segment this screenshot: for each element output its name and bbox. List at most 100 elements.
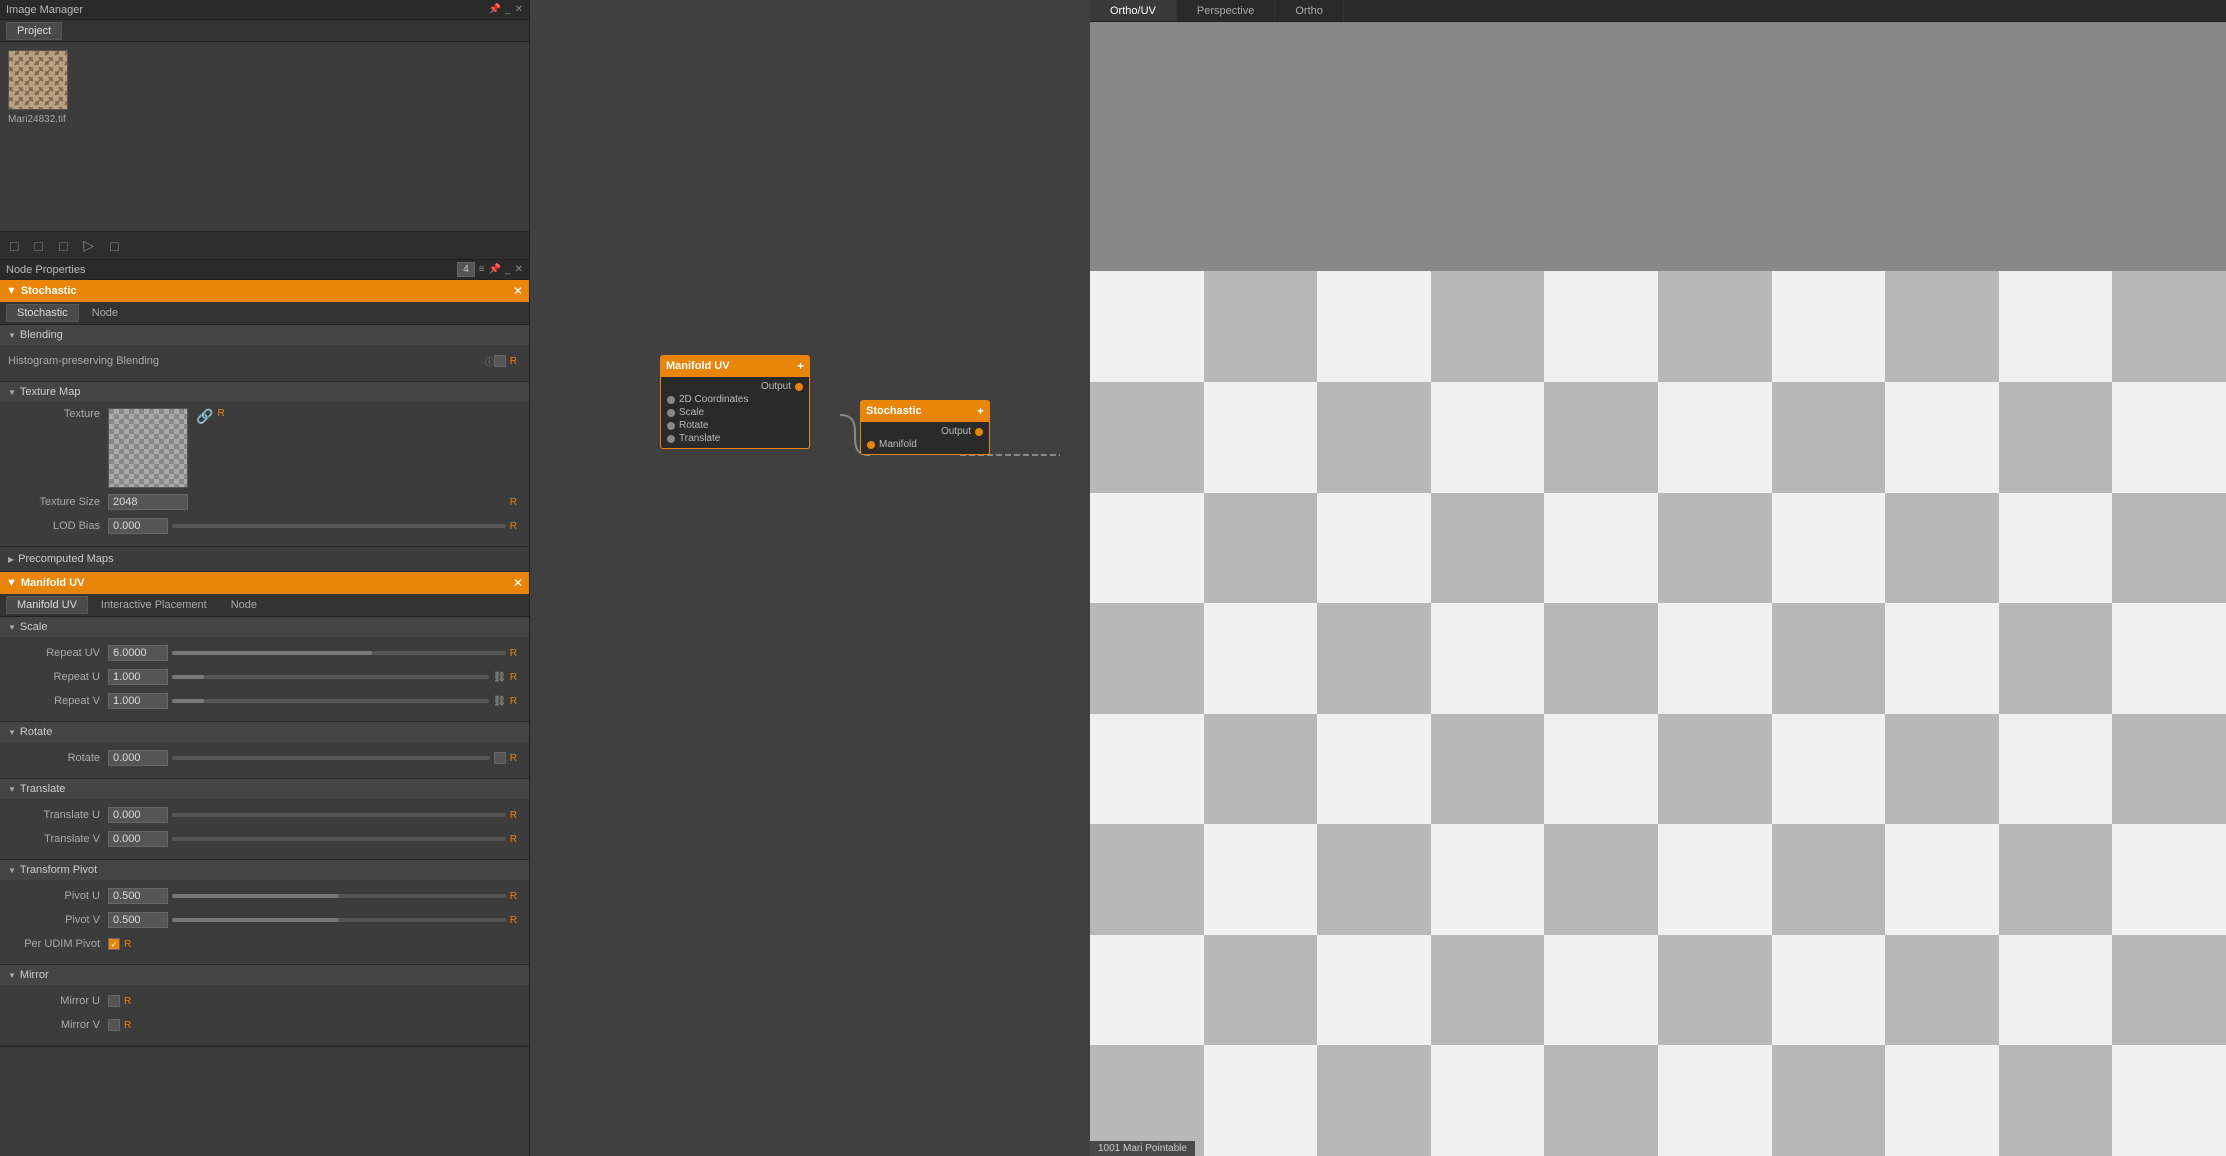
tab-stochastic[interactable]: Stochastic (6, 304, 79, 322)
image-manager-tab-bar: Project (0, 20, 529, 42)
viewport-tabs: Ortho/UV Perspective Ortho (1090, 0, 2226, 22)
manifold-uv-rotate-dot[interactable] (667, 422, 675, 430)
texture-r-btn[interactable]: R (213, 408, 228, 419)
texture-map-header[interactable]: ▼ Texture Map (0, 382, 529, 402)
tab-ortho[interactable]: Ortho (1275, 0, 1344, 21)
repeat-uv-container: 6.0000 (108, 645, 506, 661)
pivot-u-slider[interactable] (172, 894, 506, 898)
image-manager-pin-icon[interactable]: 📌 (489, 4, 501, 15)
stochastic-output-dot[interactable] (975, 428, 983, 436)
texture-preview-area: 🔗 (108, 408, 213, 488)
manifold-uv-close-btn[interactable]: ✕ (513, 576, 523, 590)
toolbar-btn-4[interactable]: ▷ (79, 235, 98, 256)
histogram-blending-r-btn[interactable]: R (506, 356, 521, 367)
tab-project[interactable]: Project (6, 22, 62, 40)
node-props-icon-1[interactable]: ≡ (479, 264, 485, 275)
per-udim-r-btn[interactable]: R (120, 939, 135, 950)
repeat-uv-slider[interactable] (172, 651, 506, 655)
translate-u-r-btn[interactable]: R (506, 810, 521, 821)
stochastic-section-header[interactable]: ▼ Stochastic ✕ (0, 280, 529, 302)
tab-manifold-uv[interactable]: Manifold UV (6, 596, 88, 614)
image-manager-content: Mari24832.tif (0, 42, 529, 231)
stochastic-tabs: Stochastic Node (0, 302, 529, 325)
repeat-uv-value: 6.0000 (108, 645, 168, 661)
manifold-uv-node[interactable]: Manifold UV + Output 2D Coordinates Scal… (660, 355, 810, 449)
transform-pivot-header[interactable]: ▼ Transform Pivot (0, 860, 529, 880)
texture-link-icon[interactable]: 🔗 (196, 408, 213, 425)
pivot-v-slider[interactable] (172, 918, 506, 922)
repeat-uv-r-btn[interactable]: R (506, 648, 521, 659)
node-props-minimize-icon[interactable]: _ (505, 264, 511, 275)
manifold-uv-output-dot[interactable] (795, 383, 803, 391)
pivot-u-r-btn[interactable]: R (506, 891, 521, 902)
mirror-u-checkbox[interactable] (108, 995, 120, 1007)
repeat-v-slider[interactable] (172, 699, 489, 703)
translate-v-r-btn[interactable]: R (506, 834, 521, 845)
tab-manifold-node[interactable]: Node (220, 596, 268, 614)
checker-cell (1431, 271, 1545, 382)
translate-v-slider[interactable] (172, 837, 506, 841)
rotate-checkbox[interactable] (494, 752, 506, 764)
scale-label: Scale (20, 621, 48, 633)
mirror-u-r-btn[interactable]: R (120, 996, 135, 1007)
image-manager-close-icon[interactable]: ✕ (515, 4, 523, 15)
mirror-header[interactable]: ▼ Mirror (0, 965, 529, 985)
viewport-display: 1001 Mari Pointable (1090, 22, 2226, 1156)
image-manager-minimize-icon[interactable]: _ (505, 4, 511, 15)
scale-header[interactable]: ▼ Scale (0, 617, 529, 637)
stochastic-close-btn[interactable]: ✕ (513, 284, 523, 298)
manifold-uv-translate-dot[interactable] (667, 435, 675, 443)
translate-header[interactable]: ▼ Translate (0, 779, 529, 799)
rotate-slider[interactable] (172, 756, 490, 760)
texture-size-container: 2048 (108, 494, 506, 510)
precomputed-header[interactable]: ▶ Precomputed Maps (8, 551, 521, 567)
pivot-v-r-btn[interactable]: R (506, 915, 521, 926)
tab-interactive-placement[interactable]: Interactive Placement (90, 596, 218, 614)
scale-content: Repeat UV 6.0000 R Repeat U (0, 637, 529, 721)
manifold-uv-tabs: Manifold UV Interactive Placement Node (0, 594, 529, 617)
tab-perspective[interactable]: Perspective (1177, 0, 1275, 21)
mirror-v-checkbox[interactable] (108, 1019, 120, 1031)
translate-u-slider[interactable] (172, 813, 506, 817)
stochastic-manifold-dot[interactable] (867, 441, 875, 449)
checker-cell (1772, 493, 1886, 604)
toolbar-btn-1[interactable]: □ (6, 236, 22, 256)
texture-thumbnail[interactable] (108, 408, 188, 488)
manifold-uv-scale-dot[interactable] (667, 409, 675, 417)
repeat-u-slider[interactable] (172, 675, 489, 679)
thumbnail-mari24832[interactable] (8, 50, 68, 110)
toolbar-btn-3[interactable]: □ (55, 236, 71, 256)
lod-bias-slider[interactable] (172, 524, 506, 528)
histogram-blending-checkbox[interactable] (494, 355, 506, 367)
checker-cell (2112, 824, 2226, 935)
tab-ortho-uv[interactable]: Ortho/UV (1090, 0, 1177, 21)
manifold-uv-section-header[interactable]: ▼ Manifold UV ✕ (0, 572, 529, 594)
manifold-uv-2d-dot[interactable] (667, 396, 675, 404)
toolbar-btn-2[interactable]: □ (30, 236, 46, 256)
pivot-u-value: 0.500 (108, 888, 168, 904)
texture-map-label: Texture Map (20, 386, 81, 398)
blending-header[interactable]: ▼ Blending (0, 325, 529, 345)
lod-bias-r-btn[interactable]: R (506, 521, 521, 532)
checker-cell (1090, 714, 1204, 825)
node-props-close-icon[interactable]: ✕ (515, 264, 523, 275)
checker-cell (1317, 603, 1431, 714)
toolbar-btn-5[interactable]: □ (106, 236, 122, 256)
node-props-pin-icon[interactable]: 📌 (489, 264, 501, 275)
checker-cell (1885, 935, 1999, 1046)
checker-cell (1658, 824, 1772, 935)
manifold-uv-port-2d: 2D Coordinates (667, 393, 803, 406)
rotate-r-btn[interactable]: R (506, 753, 521, 764)
node-properties: Node Properties 4 ≡ 📌 _ ✕ ▼ Stochastic ✕ (0, 260, 529, 1156)
texture-size-r-btn[interactable]: R (506, 497, 521, 508)
repeat-u-r-btn[interactable]: R (506, 672, 521, 683)
manifold-uv-node-plus[interactable]: + (797, 359, 804, 373)
mirror-v-r-btn[interactable]: R (120, 1020, 135, 1031)
stochastic-node-plus[interactable]: + (977, 404, 984, 418)
per-udim-checkbox[interactable]: ✓ (108, 938, 120, 950)
texture-size-input[interactable]: 2048 (108, 494, 188, 510)
tab-stochastic-node[interactable]: Node (81, 304, 129, 322)
stochastic-node[interactable]: Stochastic + Output Manifold (860, 400, 990, 455)
rotate-header[interactable]: ▼ Rotate (0, 722, 529, 742)
repeat-v-r-btn[interactable]: R (506, 696, 521, 707)
